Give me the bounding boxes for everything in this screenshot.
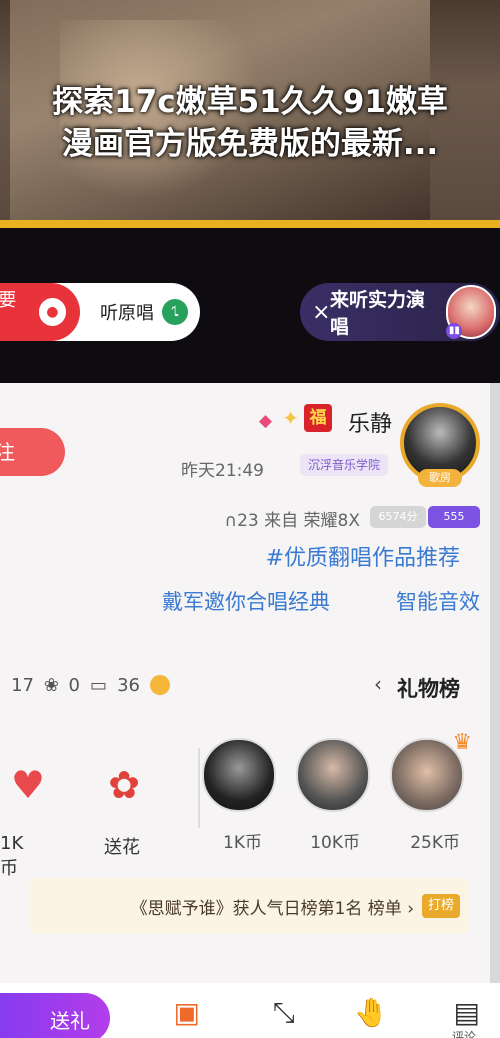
rank-amount-3: 1K币 (223, 833, 262, 853)
gold-divider (0, 220, 500, 228)
stat-flower-count: 17 (10, 675, 34, 696)
rose-icon[interactable]: ✿ (108, 763, 140, 807)
rank-amount-2: 10K币 (310, 833, 360, 853)
rank-avatar-2[interactable] (296, 738, 370, 812)
close-icon[interactable]: × (312, 300, 330, 325)
notice-text: 《思赋予谁》获人气日榜第1名 榜单 › (130, 898, 414, 919)
comment-icon[interactable]: ▤ (454, 996, 480, 1029)
pane-edge (490, 383, 500, 1038)
tag-smart-effect[interactable]: 智能音效 (396, 586, 480, 616)
sparkle-icon: ✦ (282, 406, 299, 430)
microphone-icon: ● (38, 298, 66, 326)
comment-label: 评论 (451, 1030, 476, 1038)
heart-gift-label: 1K币 (0, 833, 24, 879)
gift-rank-title[interactable]: 礼物榜 (397, 673, 460, 703)
fans-score-badge: 6574分 (370, 506, 426, 528)
coin-icon (150, 675, 170, 695)
user-avatar[interactable]: 歌房 (400, 403, 480, 487)
notice-label: 打榜 (421, 894, 460, 918)
chevron-right-icon[interactable]: › (374, 672, 382, 696)
rank-avatar-1[interactable] (390, 738, 464, 812)
rank-notice[interactable]: 打榜 《思赋予谁》获人气日榜第1名 榜单 › (30, 878, 470, 934)
live-indicator-icon: ▮▮ (446, 323, 463, 339)
sing-label: 我要唱 (0, 286, 33, 338)
topic-link[interactable]: #优质翻唱作品推荐 (266, 540, 460, 572)
tag-duet-invite[interactable]: 戴军邀你合唱经典 (162, 586, 330, 616)
heart-icon[interactable]: ♥ (11, 763, 45, 807)
mirrored-app-screen: ▮▮ 来听实力演唱 × ♪ 听原唱 ● 我要唱 歌房 乐静 福 ✦ ◆ 沉浮音乐… (0, 228, 500, 1038)
send-gift-button[interactable]: 送礼 (0, 993, 110, 1038)
listen-original-label: 听原唱 (100, 303, 154, 324)
mirror-layer: ▮▮ 来听实力演唱 × ♪ 听原唱 ● 我要唱 歌房 乐静 福 ✦ ◆ 沉浮音乐… (0, 228, 500, 1038)
send-gift-label: 送礼 (50, 1009, 90, 1033)
follow-button[interactable]: 关注 (0, 428, 65, 476)
gem-badge-icon: ◆ (258, 411, 272, 431)
music-note-icon: ♪ (162, 299, 188, 325)
device-info: ∩23 来自 荣耀8X (224, 511, 360, 531)
video-thumbnail-banner[interactable]: 探索17c嫩草51久久91嫩草 漫画官方版免费版的最新... (0, 0, 500, 220)
post-time: 昨天21:49 (181, 461, 264, 481)
stat-box-count: 0 (68, 675, 81, 696)
live-pill-text: 来听实力演唱 (330, 289, 426, 338)
gift-stats: 36 ▭ 0 ❀ 17 (11, 675, 170, 696)
live-host-avatar[interactable]: ▮▮ (446, 285, 496, 339)
sing-button[interactable]: ● 我要唱 (0, 283, 80, 341)
gift-icon[interactable]: ▣ (174, 996, 200, 1029)
listen-original-pill[interactable]: ♪ 听原唱 ● 我要唱 (0, 283, 200, 341)
box-icon: ▭ (90, 675, 108, 696)
banner-caption-line2: 漫画官方版免费版的最新... (61, 126, 439, 162)
like-icon[interactable]: ✋ (353, 996, 388, 1029)
flower-icon: ❀ (43, 675, 59, 696)
send-flower-label: 送花 (104, 837, 140, 858)
fullscreen-icon[interactable]: ⤢ (274, 996, 296, 1030)
banner-caption-line1: 探索17c嫩草51久久91嫩草 (52, 84, 448, 120)
fu-badge-icon: 福 (304, 404, 332, 432)
gift-divider (198, 748, 200, 828)
stat-coin-count: 36 (117, 675, 140, 696)
live-room-pill[interactable]: ▮▮ 来听实力演唱 × (300, 283, 500, 341)
rank-amount-1: 25K币 (410, 833, 460, 853)
avatar-room-tag: 歌房 (418, 469, 462, 487)
user-name[interactable]: 乐静 (348, 406, 392, 438)
school-badge: 沉浮音乐学院 (299, 454, 388, 476)
rank-avatar-3[interactable] (202, 738, 276, 812)
level-badge: 555 (428, 506, 480, 528)
